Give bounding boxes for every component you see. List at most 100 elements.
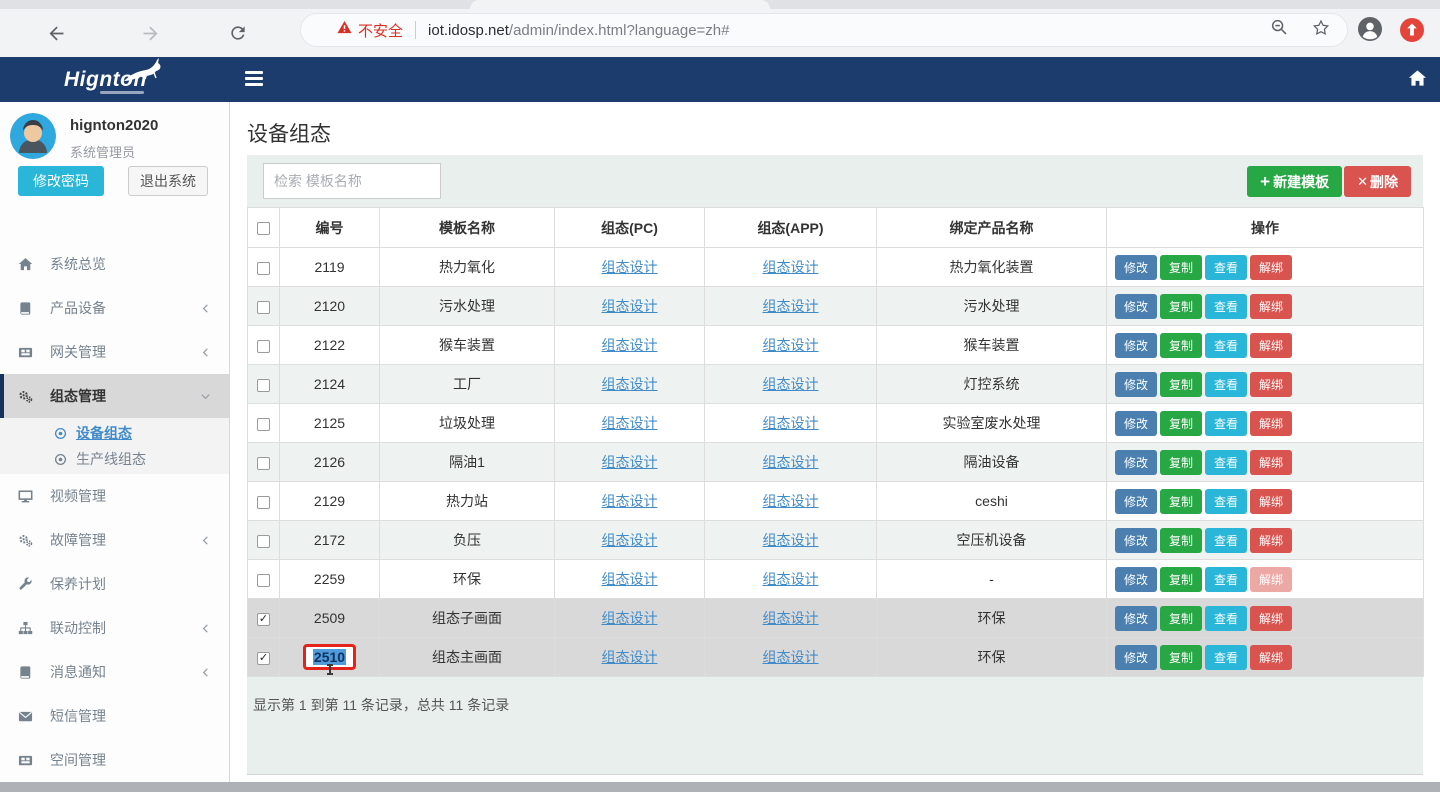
sidebar-item[interactable]: 组态管理 xyxy=(0,374,229,418)
reload-icon[interactable] xyxy=(226,21,250,45)
app-config-link[interactable]: 组态设计 xyxy=(763,649,819,665)
sidebar-item[interactable]: 保养计划 xyxy=(0,562,229,606)
row-checkbox[interactable] xyxy=(257,496,270,509)
change-password-button[interactable]: 修改密码 xyxy=(18,166,104,196)
menu-toggle-icon[interactable] xyxy=(245,71,263,86)
app-config-link[interactable]: 组态设计 xyxy=(763,259,819,275)
copy-button[interactable]: 复制 xyxy=(1160,333,1202,358)
row-checkbox[interactable] xyxy=(257,301,270,314)
unbind-button[interactable]: 解绑 xyxy=(1250,255,1292,280)
app-config-link[interactable]: 组态设计 xyxy=(763,571,819,587)
app-config-link[interactable]: 组态设计 xyxy=(763,298,819,314)
profile-avatar-icon[interactable] xyxy=(1358,17,1382,41)
view-button[interactable]: 查看 xyxy=(1205,411,1247,436)
edit-button[interactable]: 修改 xyxy=(1115,372,1157,397)
logout-button[interactable]: 退出系统 xyxy=(128,166,208,196)
copy-button[interactable]: 复制 xyxy=(1160,528,1202,553)
app-config-link[interactable]: 组态设计 xyxy=(763,337,819,353)
copy-button[interactable]: 复制 xyxy=(1160,606,1202,631)
active-tab[interactable] xyxy=(470,0,770,9)
app-config-link[interactable]: 组态设计 xyxy=(763,610,819,626)
row-checkbox[interactable] xyxy=(257,613,270,626)
unbind-button[interactable]: 解绑 xyxy=(1250,489,1292,514)
delete-button[interactable]: 删除 xyxy=(1344,166,1411,197)
sidebar-item[interactable]: 系统总览 xyxy=(0,242,229,286)
sidebar-item[interactable]: 短信管理 xyxy=(0,694,229,738)
edit-button[interactable]: 修改 xyxy=(1115,333,1157,358)
edit-button[interactable]: 修改 xyxy=(1115,294,1157,319)
unbind-button[interactable]: 解绑 xyxy=(1250,333,1292,358)
view-button[interactable]: 查看 xyxy=(1205,255,1247,280)
view-button[interactable]: 查看 xyxy=(1205,372,1247,397)
unbind-button[interactable]: 解绑 xyxy=(1250,411,1292,436)
sidebar-item[interactable]: 联动控制 xyxy=(0,606,229,650)
copy-button[interactable]: 复制 xyxy=(1160,294,1202,319)
row-checkbox[interactable] xyxy=(257,457,270,470)
edit-button[interactable]: 修改 xyxy=(1115,528,1157,553)
copy-button[interactable]: 复制 xyxy=(1160,645,1202,670)
sidebar-item[interactable]: 消息通知 xyxy=(0,650,229,694)
sidebar-subitem[interactable]: 设备组态 xyxy=(0,420,229,446)
unbind-button[interactable]: 解绑 xyxy=(1250,645,1292,670)
pc-config-link[interactable]: 组态设计 xyxy=(602,571,658,587)
row-checkbox[interactable] xyxy=(257,574,270,587)
pc-config-link[interactable]: 组态设计 xyxy=(602,493,658,509)
app-config-link[interactable]: 组态设计 xyxy=(763,454,819,470)
pc-config-link[interactable]: 组态设计 xyxy=(602,610,658,626)
bookmark-star-icon[interactable] xyxy=(1311,18,1331,43)
sidebar-item[interactable]: 产品设备 xyxy=(0,286,229,330)
address-bar[interactable]: 不安全 iot.idosp.net/admin/index.html?langu… xyxy=(300,13,1348,47)
unbind-button[interactable]: 解绑 xyxy=(1250,372,1292,397)
forward-icon[interactable] xyxy=(138,21,162,45)
sidebar-item[interactable]: 故障管理 xyxy=(0,518,229,562)
unbind-button[interactable]: 解绑 xyxy=(1250,528,1292,553)
unbind-button[interactable]: 解绑 xyxy=(1250,567,1292,592)
pc-config-link[interactable]: 组态设计 xyxy=(602,649,658,665)
unbind-button[interactable]: 解绑 xyxy=(1250,294,1292,319)
row-id-edit-highlight[interactable]: 2510 xyxy=(303,644,356,670)
sidebar-item[interactable]: 空间管理 xyxy=(0,738,229,782)
pc-config-link[interactable]: 组态设计 xyxy=(602,337,658,353)
copy-button[interactable]: 复制 xyxy=(1160,372,1202,397)
row-checkbox[interactable] xyxy=(257,340,270,353)
new-template-button[interactable]: 新建模板 xyxy=(1247,166,1342,197)
security-warning[interactable]: 不安全 xyxy=(337,20,403,41)
row-checkbox[interactable] xyxy=(257,379,270,392)
pc-config-link[interactable]: 组态设计 xyxy=(602,415,658,431)
view-button[interactable]: 查看 xyxy=(1205,489,1247,514)
app-config-link[interactable]: 组态设计 xyxy=(763,376,819,392)
edit-button[interactable]: 修改 xyxy=(1115,255,1157,280)
row-checkbox[interactable] xyxy=(257,535,270,548)
view-button[interactable]: 查看 xyxy=(1205,606,1247,631)
pc-config-link[interactable]: 组态设计 xyxy=(602,259,658,275)
view-button[interactable]: 查看 xyxy=(1205,567,1247,592)
copy-button[interactable]: 复制 xyxy=(1160,411,1202,436)
view-button[interactable]: 查看 xyxy=(1205,333,1247,358)
app-config-link[interactable]: 组态设计 xyxy=(763,415,819,431)
search-input[interactable] xyxy=(263,163,441,199)
view-button[interactable]: 查看 xyxy=(1205,450,1247,475)
sidebar-subitem[interactable]: 生产线组态 xyxy=(0,446,229,472)
back-icon[interactable] xyxy=(44,21,68,45)
pc-config-link[interactable]: 组态设计 xyxy=(602,298,658,314)
edit-button[interactable]: 修改 xyxy=(1115,489,1157,514)
app-config-link[interactable]: 组态设计 xyxy=(763,532,819,548)
edit-button[interactable]: 修改 xyxy=(1115,450,1157,475)
pc-config-link[interactable]: 组态设计 xyxy=(602,532,658,548)
view-button[interactable]: 查看 xyxy=(1205,294,1247,319)
sidebar-item[interactable]: 视频管理 xyxy=(0,474,229,518)
edit-button[interactable]: 修改 xyxy=(1115,645,1157,670)
app-config-link[interactable]: 组态设计 xyxy=(763,493,819,509)
copy-button[interactable]: 复制 xyxy=(1160,489,1202,514)
browser-update-icon[interactable] xyxy=(1400,18,1424,42)
view-button[interactable]: 查看 xyxy=(1205,645,1247,670)
edit-button[interactable]: 修改 xyxy=(1115,606,1157,631)
edit-button[interactable]: 修改 xyxy=(1115,567,1157,592)
pc-config-link[interactable]: 组态设计 xyxy=(602,454,658,470)
view-button[interactable]: 查看 xyxy=(1205,528,1247,553)
copy-button[interactable]: 复制 xyxy=(1160,450,1202,475)
header-home-icon[interactable] xyxy=(1408,69,1427,93)
select-all-checkbox[interactable] xyxy=(257,222,270,235)
copy-button[interactable]: 复制 xyxy=(1160,567,1202,592)
copy-button[interactable]: 复制 xyxy=(1160,255,1202,280)
